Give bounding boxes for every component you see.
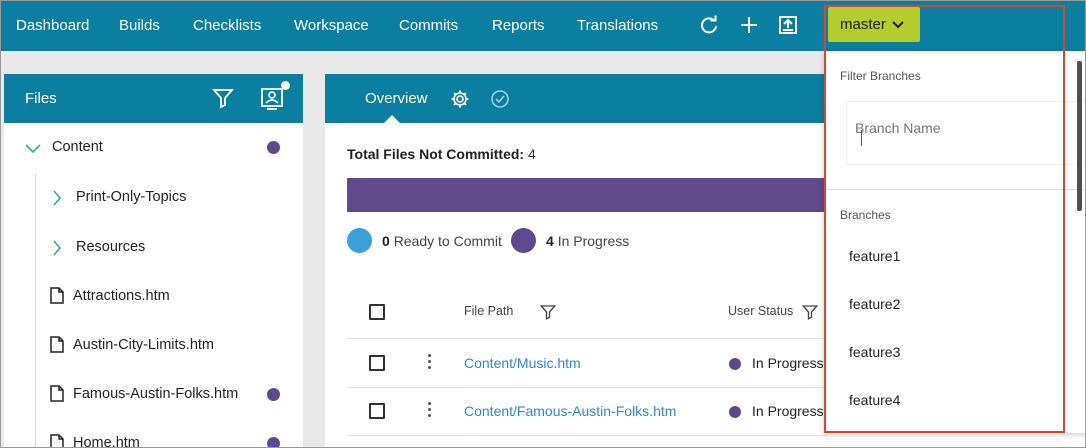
files-panel: Files Content Print-Only-Topics Resource…	[4, 74, 303, 448]
tree-item-attractions[interactable]: Attractions.htm	[4, 276, 303, 316]
tree-item-content[interactable]: Content	[4, 127, 303, 167]
ready-legend: 0 Ready to Commit	[382, 233, 502, 249]
progress-legend: 4 In Progress	[546, 233, 629, 249]
file-path-link[interactable]: Content/Music.htm	[464, 355, 581, 371]
status-dot	[729, 406, 741, 418]
summary-label: Total Files Not Committed:	[347, 146, 525, 162]
row-divider	[347, 387, 827, 388]
tree-item-label: Resources	[76, 239, 146, 255]
user-status: In Progress	[752, 403, 824, 419]
column-file-path[interactable]: File Path	[464, 304, 513, 318]
summary-value: 4	[527, 146, 536, 162]
filter-icon[interactable]	[801, 303, 819, 326]
row-divider	[347, 435, 827, 436]
ready-legend-dot	[347, 228, 372, 253]
gear-icon[interactable]	[450, 89, 470, 109]
tree-item-label: Content	[52, 139, 103, 155]
file-icon	[50, 336, 64, 357]
tree-item-label: Home.htm	[73, 435, 140, 448]
nav-builds[interactable]: Builds	[119, 17, 160, 34]
refresh-icon[interactable]	[697, 13, 721, 37]
chevron-right-icon[interactable]	[52, 240, 62, 260]
chevron-right-icon[interactable]	[52, 190, 62, 210]
row-checkbox[interactable]	[369, 403, 385, 419]
select-all-checkbox[interactable]	[369, 304, 385, 320]
tree-item-print-only-topics[interactable]: Print-Only-Topics	[4, 177, 303, 217]
nav-commits[interactable]: Commits	[399, 17, 458, 34]
filter-icon[interactable]	[211, 86, 237, 112]
user-status: In Progress	[752, 355, 824, 371]
upload-icon[interactable]	[776, 13, 800, 37]
file-icon	[50, 287, 64, 308]
row-checkbox[interactable]	[369, 355, 385, 371]
status-dot	[729, 358, 741, 370]
column-user-status[interactable]: User Status	[728, 304, 793, 318]
tree-item-label: Attractions.htm	[73, 288, 170, 304]
ready-count: 0	[382, 233, 390, 249]
nav-dashboard[interactable]: Dashboard	[16, 17, 89, 34]
chevron-down-icon[interactable]	[25, 142, 41, 158]
ready-label: Ready to Commit	[393, 233, 502, 249]
file-icon	[50, 434, 64, 447]
row-divider	[347, 338, 827, 339]
scrollbar[interactable]	[1077, 61, 1082, 211]
nav-workspace[interactable]: Workspace	[294, 17, 369, 34]
app-window: Dashboard Builds Checklists Workspace Co…	[0, 0, 1086, 448]
tree-item-austin-city-limits[interactable]: Austin-City-Limits.htm	[4, 325, 303, 365]
filter-icon[interactable]	[539, 303, 557, 326]
tree-item-label: Famous-Austin-Folks.htm	[73, 386, 239, 402]
tree-item-home[interactable]: Home.htm	[4, 423, 303, 448]
active-tab-indicator	[384, 115, 400, 123]
check-circle-icon[interactable]	[490, 89, 510, 109]
dropdown-highlight-frame	[824, 5, 1065, 433]
progress-label: In Progress	[557, 233, 630, 249]
plus-icon[interactable]	[737, 13, 761, 37]
status-dot	[267, 141, 280, 154]
tree-item-label: Austin-City-Limits.htm	[73, 337, 214, 353]
row-menu-icon[interactable]	[426, 402, 432, 420]
total-files-summary: Total Files Not Committed: 4	[347, 146, 536, 162]
progress-count: 4	[546, 233, 554, 249]
commit-progress-bar	[347, 178, 827, 212]
tree-item-famous-austin-folks[interactable]: Famous-Austin-Folks.htm	[4, 374, 303, 414]
file-icon	[50, 385, 64, 406]
file-path-link[interactable]: Content/Famous-Austin-Folks.htm	[464, 403, 676, 419]
tab-overview[interactable]: Overview	[365, 90, 428, 107]
row-menu-icon[interactable]	[426, 354, 432, 372]
nav-translations[interactable]: Translations	[577, 17, 658, 34]
progress-legend-dot	[511, 228, 536, 253]
status-dot	[267, 388, 280, 401]
files-header: Files	[4, 74, 303, 123]
nav-reports[interactable]: Reports	[492, 17, 545, 34]
files-title: Files	[25, 90, 57, 107]
notification-dot	[281, 81, 290, 90]
assignment-icon[interactable]	[259, 85, 285, 111]
nav-checklists[interactable]: Checklists	[193, 17, 261, 34]
tree-item-label: Print-Only-Topics	[76, 189, 187, 205]
tree-item-resources[interactable]: Resources	[4, 227, 303, 267]
status-dot	[267, 437, 280, 447]
